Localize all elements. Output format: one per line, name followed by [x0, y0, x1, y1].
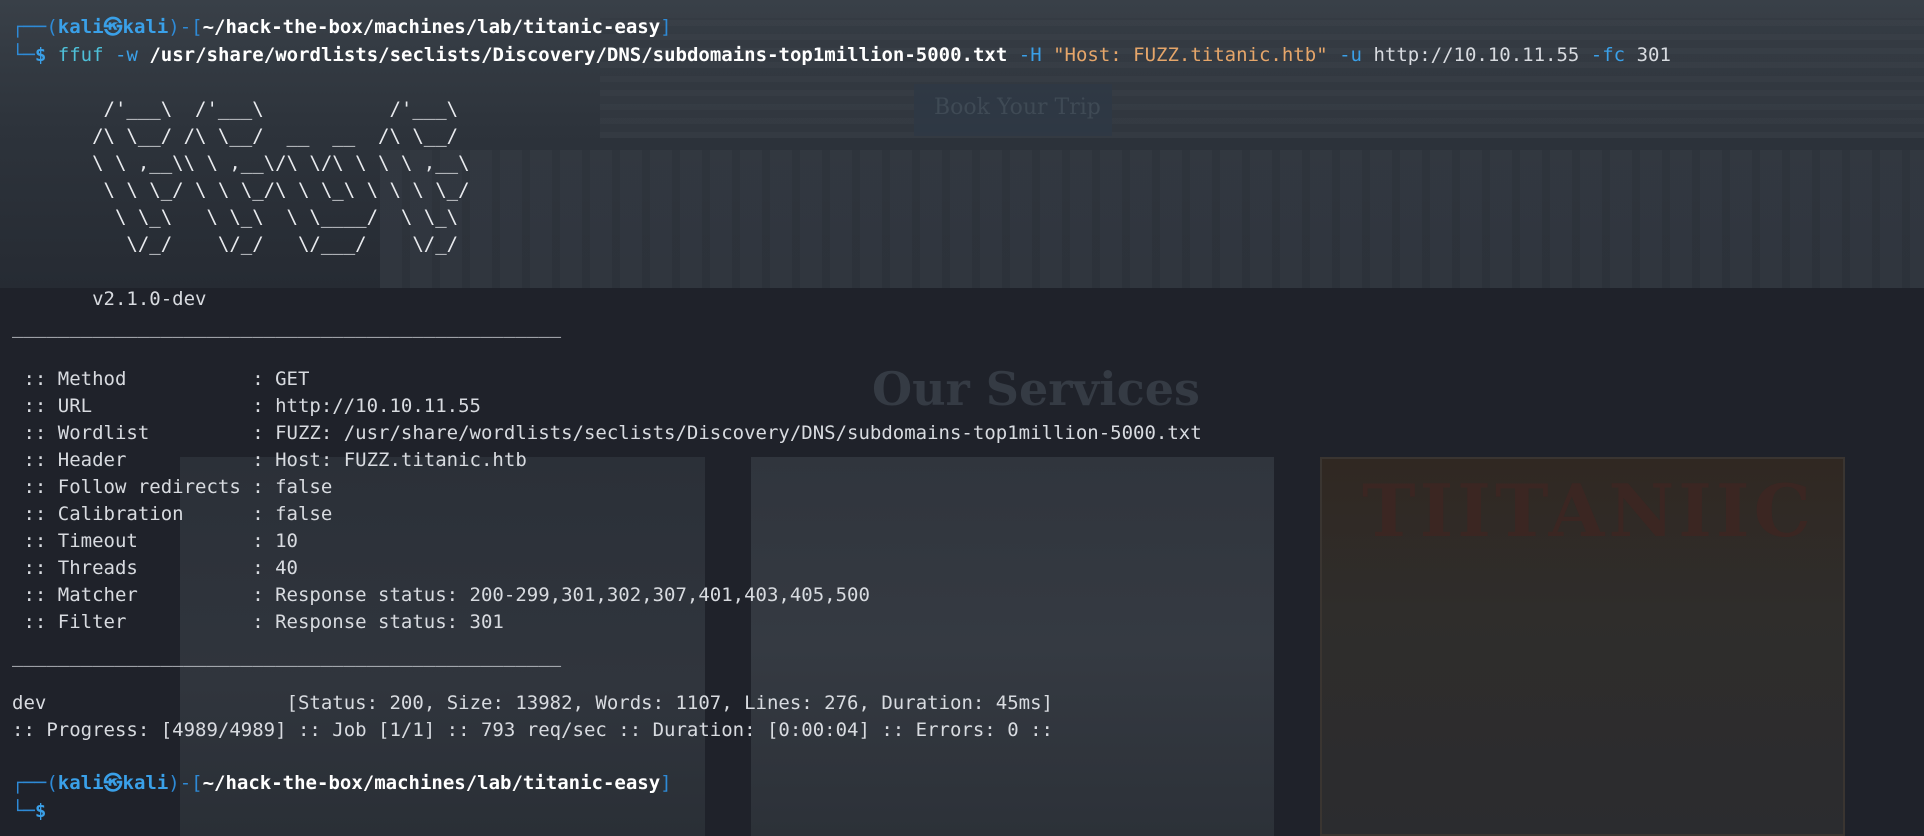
ffuf-banner-line: \ \_\ \ \_\ \ \____/ \ \_\ [12, 206, 459, 228]
ship-hull-image [380, 150, 1924, 288]
ship-deck-image [600, 18, 1924, 138]
config-key: :: Header [12, 449, 253, 471]
config-key: :: Timeout [12, 530, 253, 552]
config-row: :: Wordlist : FUZZ: /usr/share/wordlists… [12, 420, 1202, 446]
config-value: : http://10.10.11.55 [252, 395, 481, 417]
prompt-frame: └─ [12, 44, 35, 66]
config-value: : false [252, 503, 333, 525]
command-program: ffuf [57, 44, 104, 66]
config-key: :: Method [12, 368, 253, 390]
config-value: : FUZZ: /usr/share/wordlists/seclists/Di… [252, 422, 1202, 444]
config-row: :: Timeout : 10 [12, 528, 298, 554]
config-value: : 10 [252, 530, 298, 552]
command-flag: -u [1339, 44, 1362, 66]
command-flag: -w [115, 44, 138, 66]
config-row: :: Header : Host: FUZZ.titanic.htb [12, 447, 527, 473]
version-text: v2.1.0-dev [12, 288, 207, 310]
prompt-frame: └─ [12, 800, 35, 822]
separator: ________________________________________… [12, 316, 562, 338]
prompt-path: ~/hack-the-box/machines/lab/titanic-easy [202, 772, 661, 794]
prompt-symbol: $ [34, 44, 47, 66]
prompt-frame: ┌──( [12, 16, 58, 38]
prompt-user: kali㉿kali [57, 16, 169, 38]
config-row: :: Follow redirects : false [12, 474, 332, 500]
command-line: └─$ ffuf -w /usr/share/wordlists/seclist… [12, 42, 1671, 68]
command-url: http://10.10.11.55 [1373, 44, 1580, 66]
ffuf-banner-line: /'___\ /'___\ /'___\ [12, 98, 459, 120]
config-row: :: Matcher : Response status: 200-299,30… [12, 582, 870, 608]
command-wordlist: /usr/share/wordlists/seclists/Discovery/… [149, 44, 1008, 66]
config-key: :: Wordlist [12, 422, 253, 444]
config-row: :: Filter : Response status: 301 [12, 609, 504, 635]
prompt-path: ~/hack-the-box/machines/lab/titanic-easy [202, 16, 661, 38]
progress-line: :: Progress: [4989/4989] :: Job [1/1] ::… [12, 719, 1053, 741]
command-flag: -fc [1590, 44, 1626, 66]
command-flag: -H [1018, 44, 1042, 66]
command-header: "Host: FUZZ.titanic.htb" [1053, 44, 1328, 66]
config-value: : 40 [252, 557, 298, 579]
text-cursor [46, 797, 56, 817]
ffuf-banner-line: \ \ ,__\\ \ ,__\/\ \/\ \ \ \ ,__\ [12, 152, 470, 174]
config-key: :: Threads [12, 557, 253, 579]
prompt-frame: )-[ [168, 772, 203, 794]
prompt-line: ┌──(kali㉿kali)-[~/hack-the-box/machines/… [12, 770, 672, 796]
prompt-frame: ] [660, 772, 672, 794]
config-key: :: URL [12, 395, 253, 417]
prompt-line: ┌──(kali㉿kali)-[~/hack-the-box/machines/… [12, 14, 672, 40]
command-line[interactable]: └─$ [12, 797, 56, 823]
prompt-symbol: $ [34, 800, 47, 822]
result-details: [Status: 200, Size: 13982, Words: 1107, … [286, 692, 1053, 714]
prompt-frame: ┌──( [12, 772, 58, 794]
config-value: : false [252, 476, 333, 498]
ffuf-banner-line: \ \ \_/ \ \ \_/\ \ \_\ \ \ \ \_/ [12, 179, 470, 201]
ffuf-banner-line: /\ \__/ /\ \__/ __ __ /\ \__/ [12, 125, 459, 147]
config-row: :: Threads : 40 [12, 555, 298, 581]
config-value: : Response status: 200-299,301,302,307,4… [252, 584, 870, 606]
config-value: : Response status: 301 [252, 611, 504, 633]
config-key: :: Follow redirects [12, 476, 253, 498]
result-name: dev [12, 692, 287, 714]
config-key: :: Calibration [12, 503, 253, 525]
config-row: :: Method : GET [12, 366, 309, 392]
config-key: :: Filter [12, 611, 253, 633]
config-key: :: Matcher [12, 584, 253, 606]
prompt-frame: )-[ [168, 16, 203, 38]
config-value: : Host: FUZZ.titanic.htb [252, 449, 527, 471]
config-row: :: URL : http://10.10.11.55 [12, 393, 481, 419]
command-fc-value: 301 [1636, 44, 1671, 66]
separator: ________________________________________… [12, 645, 562, 667]
services-heading: Our Services [872, 362, 1200, 416]
card-logo-text: TIITANIIC [1362, 468, 1815, 553]
result-row: dev [Status: 200, Size: 13982, Words: 11… [12, 690, 1053, 716]
service-card-image [751, 457, 1274, 836]
ffuf-banner-line: \/_/ \/_/ \/___/ \/_/ [12, 233, 459, 255]
prompt-user: kali㉿kali [57, 772, 169, 794]
config-value: : GET [252, 368, 310, 390]
book-trip-label: Book Your Trip [934, 95, 1101, 120]
config-row: :: Calibration : false [12, 501, 332, 527]
prompt-frame: ] [660, 16, 672, 38]
